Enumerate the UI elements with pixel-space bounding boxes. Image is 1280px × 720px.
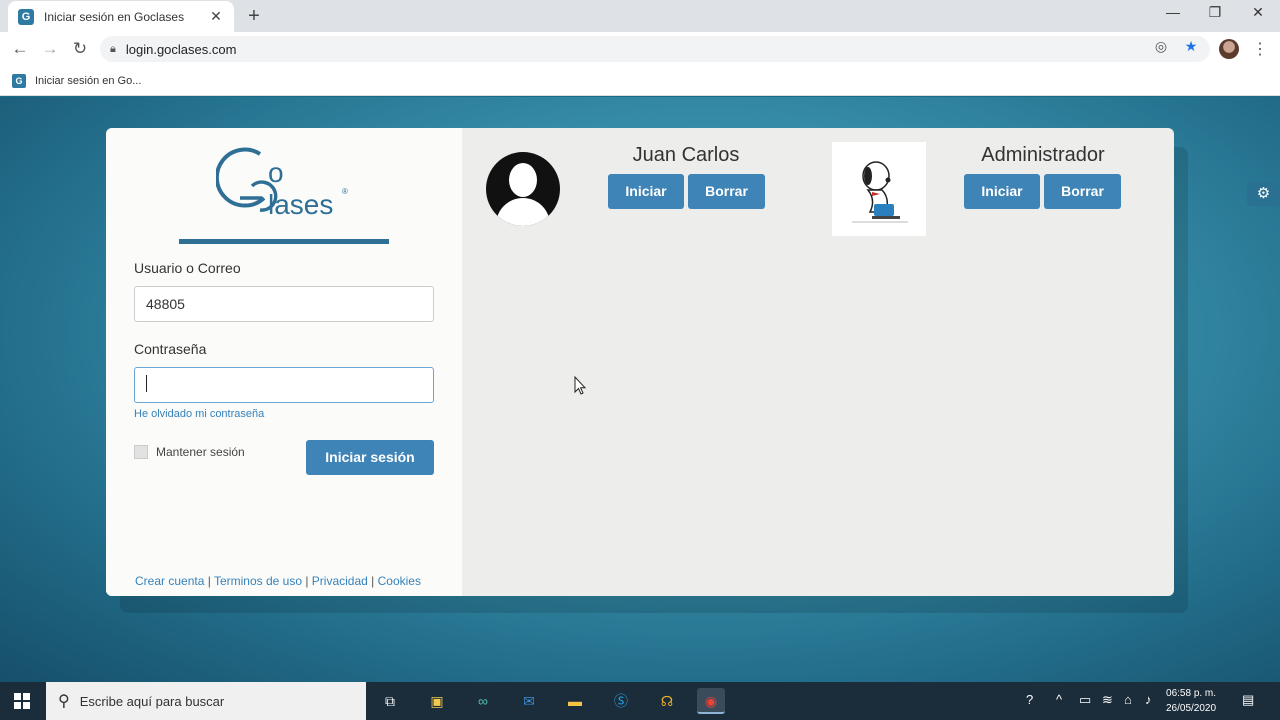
account-delete-button[interactable]: Borrar: [688, 174, 765, 209]
infinity-app-icon[interactable]: ∞: [469, 688, 497, 714]
skype-icon[interactable]: Ⓢ: [607, 688, 635, 714]
bookmarks-bar: G Iniciar sesión en Go...: [0, 66, 1280, 96]
create-account-link[interactable]: Crear cuenta: [135, 574, 204, 588]
privacy-link[interactable]: Privacidad: [312, 574, 368, 588]
clock-time: 06:58 p. m.: [1166, 688, 1217, 699]
mouse-cursor-icon: [574, 376, 587, 395]
settings-gear-icon[interactable]: ⚙: [1247, 182, 1280, 206]
file-explorer-icon[interactable]: ▬: [561, 688, 589, 714]
clock-date: 26/05/2020: [1166, 703, 1217, 714]
cookies-link[interactable]: Cookies: [378, 574, 421, 588]
close-window-icon[interactable]: ✕: [1243, 4, 1273, 21]
wifi-icon[interactable]: ≋: [1102, 692, 1113, 708]
footer-separator: |: [367, 574, 378, 588]
bookmark-item[interactable]: Iniciar sesión en Go...: [35, 75, 141, 87]
account-start-button[interactable]: Iniciar: [608, 174, 684, 209]
default-user-avatar-icon[interactable]: [486, 152, 560, 226]
search-icon: ⚲: [58, 693, 70, 710]
windows-start-icon[interactable]: [14, 693, 30, 709]
notifications-icon[interactable]: ▤: [1242, 692, 1254, 708]
footer-separator: |: [204, 574, 214, 588]
reload-icon[interactable]: ↻: [70, 39, 90, 59]
profile-avatar[interactable]: [1219, 39, 1239, 59]
battery-icon[interactable]: ▭: [1079, 692, 1091, 708]
terms-link[interactable]: Terminos de uso: [214, 574, 302, 588]
tab-title: Iniciar sesión en Goclases: [44, 9, 185, 24]
address-bar-row: ← → ↻ 🔒︎ login.goclases.com ◎ ★: [0, 32, 1280, 66]
logo-lases-text: lases: [268, 189, 333, 220]
back-icon[interactable]: ←: [10, 39, 30, 59]
login-panel: o lases ® Usuario o Correo Contraseña He…: [106, 128, 462, 596]
browser-tab[interactable]: G Iniciar sesión en Goclases ✕: [8, 1, 234, 32]
forgot-password-link[interactable]: He olvidado mi contraseña: [134, 408, 264, 420]
text-caret: [146, 375, 147, 392]
registered-icon: ®: [342, 187, 348, 196]
omnibox[interactable]: 🔒︎ login.goclases.com: [100, 36, 1210, 62]
password-label: Contraseña: [134, 341, 207, 357]
help-icon[interactable]: ?: [1026, 692, 1033, 707]
snoopy-avatar-image[interactable]: [832, 142, 926, 236]
menu-dots-icon[interactable]: ⋮: [1252, 39, 1268, 59]
tray-chevron-icon[interactable]: ^: [1056, 692, 1062, 707]
taskbar-search[interactable]: ⚲ Escribe aquí para buscar: [46, 682, 366, 720]
restore-icon[interactable]: ❐: [1200, 4, 1230, 21]
chrome-icon[interactable]: ◉: [697, 688, 725, 714]
store-icon[interactable]: ▣: [423, 688, 451, 714]
username-label: Usuario o Correo: [134, 260, 241, 276]
password-input[interactable]: [134, 367, 434, 403]
lock-icon: 🔒︎: [110, 42, 116, 55]
account-name: Administrador: [981, 144, 1105, 166]
taskbar-search-placeholder: Escribe aquí para buscar: [79, 693, 225, 709]
footer-separator: |: [302, 574, 312, 588]
bookmark-star-icon[interactable]: ★: [1181, 38, 1201, 55]
footer-links: Crear cuenta | Terminos de uso | Privaci…: [135, 574, 421, 588]
minimize-icon[interactable]: —: [1158, 4, 1188, 20]
keep-session-label: Mantener sesión: [156, 445, 245, 459]
task-view-icon[interactable]: ⧉: [376, 688, 404, 714]
url-text: login.goclases.com: [125, 41, 237, 57]
logo-o-text: o: [268, 157, 284, 188]
browser-tab-bar: G Iniciar sesión en Goclases ✕ + — ❐ ✕: [0, 0, 1280, 32]
goclases-logo: o lases ®: [216, 147, 348, 220]
location-icon[interactable]: ◎: [1151, 38, 1171, 55]
volume-icon[interactable]: ♪: [1145, 692, 1152, 707]
keep-session-checkbox[interactable]: [134, 445, 148, 459]
login-card: o lases ® Usuario o Correo Contraseña He…: [106, 128, 1174, 596]
mail-icon[interactable]: ✉: [515, 688, 543, 714]
taskbar: ⚲ Escribe aquí para buscar ⧉ ▣ ∞ ✉ ▬ Ⓢ ☊…: [0, 682, 1280, 720]
logo-underline: [179, 239, 389, 244]
bookmark-favicon-icon: G: [12, 73, 26, 88]
login-button[interactable]: Iniciar sesión: [306, 440, 434, 475]
headphones-app-icon[interactable]: ☊: [653, 688, 681, 714]
account-name: Juan Carlos: [632, 144, 740, 166]
goclases-favicon-icon: G: [18, 8, 34, 25]
network-icon[interactable]: ⌂: [1124, 692, 1132, 707]
new-tab-icon[interactable]: +: [244, 6, 264, 26]
forward-icon[interactable]: →: [40, 39, 60, 59]
username-input[interactable]: [134, 286, 434, 322]
account-start-button[interactable]: Iniciar: [964, 174, 1040, 209]
keep-session[interactable]: Mantener sesión: [134, 445, 245, 459]
taskbar-clock[interactable]: 06:58 p. m. 26/05/2020: [1166, 686, 1216, 716]
tab-close-icon[interactable]: ✕: [208, 8, 224, 25]
account-delete-button[interactable]: Borrar: [1044, 174, 1121, 209]
